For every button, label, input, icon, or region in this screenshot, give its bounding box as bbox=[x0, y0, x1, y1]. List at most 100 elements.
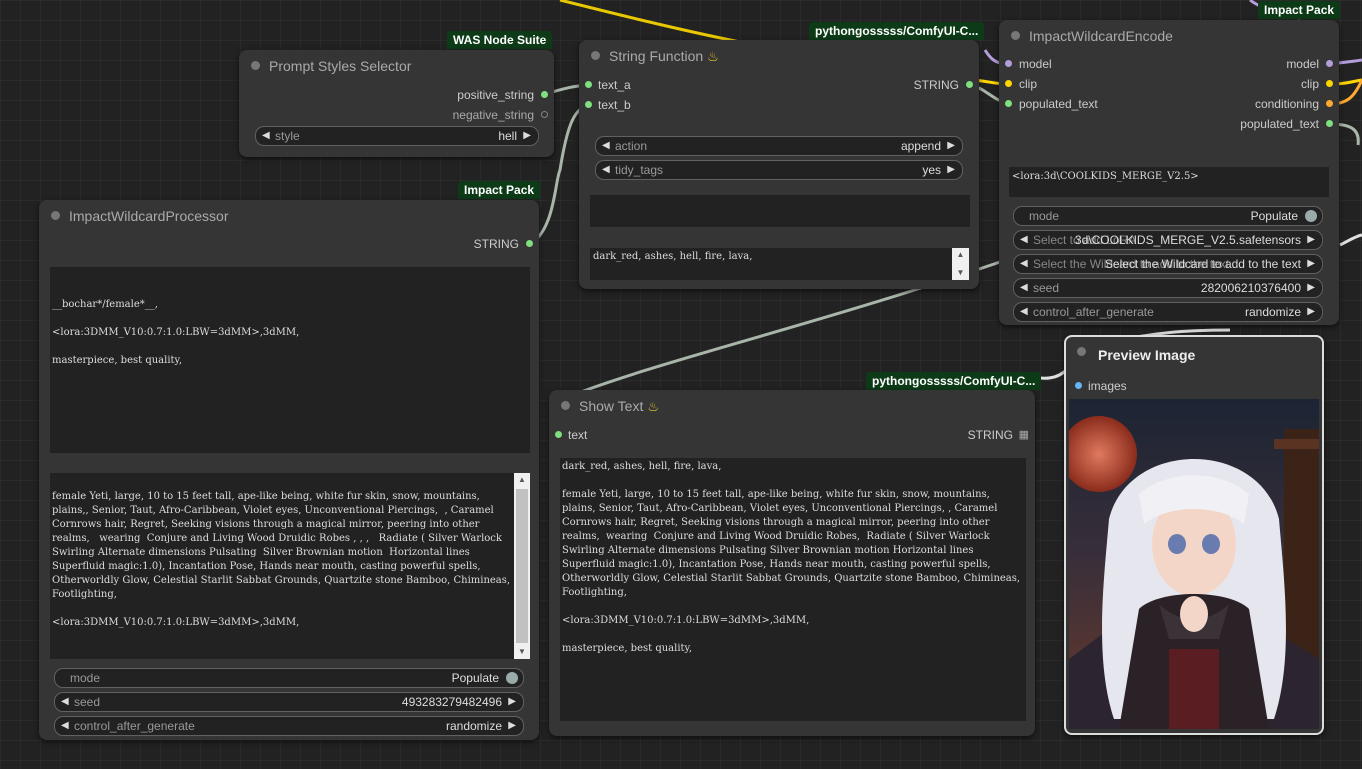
input-text-b-pin[interactable] bbox=[585, 101, 592, 108]
toggle-knob-icon bbox=[506, 672, 518, 684]
output-string: STRING bbox=[473, 237, 519, 251]
mode-label: mode bbox=[70, 671, 101, 685]
output-clip: clip bbox=[1300, 77, 1319, 91]
left-arrow-icon[interactable]: ◀ bbox=[61, 717, 69, 735]
right-arrow-icon[interactable]: ▶ bbox=[1307, 231, 1315, 249]
collapse-dot-icon[interactable] bbox=[1011, 31, 1020, 40]
preview-image[interactable] bbox=[1069, 399, 1319, 729]
input-populated-pin[interactable] bbox=[1005, 100, 1012, 107]
show-text-node[interactable]: Show Text ♨ text STRING ▦ dark_red, ashes… bbox=[549, 390, 1035, 736]
seed-number[interactable]: ◀ seed 493283279482496 ▶ bbox=[54, 692, 524, 712]
right-arrow-icon[interactable]: ▶ bbox=[1307, 303, 1315, 321]
string-function-header[interactable]: String Function ♨ bbox=[579, 40, 979, 70]
title-text: Show Text bbox=[579, 398, 644, 414]
text-c-textarea[interactable] bbox=[590, 195, 970, 227]
left-arrow-icon[interactable]: ◀ bbox=[1020, 279, 1028, 297]
python-snake-icon: ♨ bbox=[647, 399, 659, 414]
left-arrow-icon[interactable]: ◀ bbox=[1020, 255, 1028, 273]
result-textarea[interactable]: dark_red, ashes, hell, fire, lava, bbox=[590, 248, 952, 280]
wildcard-encode-badge: Impact Pack bbox=[1258, 1, 1341, 19]
output-negative-pin[interactable] bbox=[541, 111, 548, 118]
action-combo[interactable]: ◀ action append ▶ bbox=[595, 136, 963, 156]
style-combo[interactable]: ◀ style hell ▶ bbox=[255, 126, 539, 146]
input-model-pin[interactable] bbox=[1005, 60, 1012, 67]
wildcard-encode-header[interactable]: ImpactWildcardEncode bbox=[999, 20, 1339, 50]
control-after-generate-combo[interactable]: ◀ control_after_generate randomize ▶ bbox=[1013, 302, 1323, 322]
collapse-dot-icon[interactable] bbox=[561, 401, 570, 410]
scroll-thumb[interactable] bbox=[516, 489, 528, 643]
tidy-tags-combo[interactable]: ◀ tidy_tags yes ▶ bbox=[595, 160, 963, 180]
mode-toggle[interactable]: mode Populate bbox=[1013, 206, 1323, 226]
collapse-dot-icon[interactable] bbox=[251, 61, 260, 70]
left-arrow-icon[interactable]: ◀ bbox=[1020, 231, 1028, 249]
right-arrow-icon[interactable]: ▶ bbox=[947, 161, 955, 179]
title-text: String Function bbox=[609, 48, 704, 64]
show-text-textarea[interactable]: dark_red, ashes, hell, fire, lava, femal… bbox=[560, 458, 1026, 721]
output-positive-pin[interactable] bbox=[541, 91, 548, 98]
populated-scrollbar[interactable]: ▲ ▼ bbox=[514, 473, 530, 659]
lora-value: 3d\COOLKIDS_MERGE_V2.5.safetensors bbox=[1074, 233, 1301, 247]
output-model-pin[interactable] bbox=[1326, 60, 1333, 67]
output-clip-pin[interactable] bbox=[1326, 80, 1333, 87]
mode-toggle[interactable]: mode Populate bbox=[54, 668, 524, 688]
seed-number[interactable]: ◀ seed 282006210376400 ▶ bbox=[1013, 278, 1323, 298]
wildcard-encode-node[interactable]: ImpactWildcardEncode model clip populate… bbox=[999, 20, 1339, 325]
collapse-dot-icon[interactable] bbox=[591, 51, 600, 60]
right-arrow-icon[interactable]: ▶ bbox=[947, 137, 955, 155]
right-arrow-icon[interactable]: ▶ bbox=[1307, 279, 1315, 297]
scroll-down-icon[interactable]: ▼ bbox=[514, 645, 530, 659]
wildcard-combo[interactable]: ◀ Select the Wildcard to add to the text… bbox=[1013, 254, 1323, 274]
wildcard-text-textarea[interactable]: __bochar*/female*__, <lora:3DMM_V10:0.7:… bbox=[50, 267, 530, 453]
left-arrow-icon[interactable]: ◀ bbox=[602, 137, 610, 155]
left-arrow-icon[interactable]: ◀ bbox=[602, 161, 610, 179]
output-string: STRING bbox=[913, 78, 959, 92]
input-images-pin[interactable] bbox=[1075, 382, 1082, 389]
node-title: ImpactWildcardProcessor bbox=[69, 208, 229, 224]
collapse-dot-icon[interactable] bbox=[51, 211, 60, 220]
input-clip-pin[interactable] bbox=[1005, 80, 1012, 87]
grid-output-icon[interactable]: ▦ bbox=[1019, 427, 1029, 443]
right-arrow-icon[interactable]: ▶ bbox=[523, 127, 531, 145]
left-arrow-icon[interactable]: ◀ bbox=[1020, 303, 1028, 321]
populated-text-textarea[interactable]: female Yeti, large, 10 to 15 feet tall, … bbox=[50, 473, 514, 659]
input-populated-text: populated_text bbox=[1019, 97, 1098, 111]
mode-value: Populate bbox=[1250, 209, 1298, 223]
seed-value: 282006210376400 bbox=[1200, 281, 1301, 295]
right-arrow-icon[interactable]: ▶ bbox=[508, 717, 516, 735]
style-value: hell bbox=[498, 129, 517, 143]
scroll-down-icon[interactable]: ▼ bbox=[952, 266, 969, 280]
show-text-header[interactable]: Show Text ♨ bbox=[549, 390, 1035, 420]
preview-image-node[interactable]: Preview Image images bbox=[1064, 335, 1324, 735]
toggle-knob-icon bbox=[1305, 210, 1317, 222]
preview-image-header[interactable]: Preview Image bbox=[1066, 337, 1322, 367]
output-populated-pin[interactable] bbox=[1326, 120, 1333, 127]
mode-value: Populate bbox=[451, 671, 499, 685]
control-after-generate-combo[interactable]: ◀ control_after_generate randomize ▶ bbox=[54, 716, 524, 736]
wildcard-text-textarea[interactable]: <lora:3d\COOLKIDS_MERGE_V2.5> bbox=[1009, 167, 1329, 197]
output-string-pin[interactable] bbox=[526, 240, 533, 247]
input-text-a-pin[interactable] bbox=[585, 81, 592, 88]
right-arrow-icon[interactable]: ▶ bbox=[1307, 255, 1315, 273]
scroll-up-icon[interactable]: ▲ bbox=[952, 248, 969, 262]
wire-clip-top bbox=[559, 0, 741, 44]
right-arrow-icon[interactable]: ▶ bbox=[508, 693, 516, 711]
seed-label: seed bbox=[74, 695, 101, 709]
left-arrow-icon[interactable]: ◀ bbox=[61, 693, 69, 711]
input-text-b: text_b bbox=[598, 98, 631, 112]
output-string-pin[interactable] bbox=[966, 81, 973, 88]
string-function-node[interactable]: String Function ♨ text_a text_b STRING ◀ … bbox=[579, 40, 979, 289]
output-conditioning-pin[interactable] bbox=[1326, 100, 1333, 107]
collapse-dot-icon[interactable] bbox=[1077, 347, 1086, 356]
result-scrollbar[interactable]: ▲ ▼ bbox=[952, 248, 969, 280]
prompt-styles-node[interactable]: Prompt Styles Selector positive_string n… bbox=[239, 50, 554, 157]
output-populated-text: populated_text bbox=[1240, 117, 1319, 131]
prompt-styles-header[interactable]: Prompt Styles Selector bbox=[239, 50, 554, 80]
wildcard-processor-node[interactable]: ImpactWildcardProcessor STRING __bochar*… bbox=[39, 200, 539, 740]
lora-combo[interactable]: ◀ Select to add LoRA 3d\COOLKIDS_MERGE_V… bbox=[1013, 230, 1323, 250]
left-arrow-icon[interactable]: ◀ bbox=[262, 127, 270, 145]
scroll-up-icon[interactable]: ▲ bbox=[514, 473, 530, 487]
input-text-pin[interactable] bbox=[555, 431, 562, 438]
input-text: text bbox=[568, 428, 588, 442]
wildcard-processor-header[interactable]: ImpactWildcardProcessor bbox=[39, 200, 539, 230]
input-model: model bbox=[1019, 57, 1052, 71]
